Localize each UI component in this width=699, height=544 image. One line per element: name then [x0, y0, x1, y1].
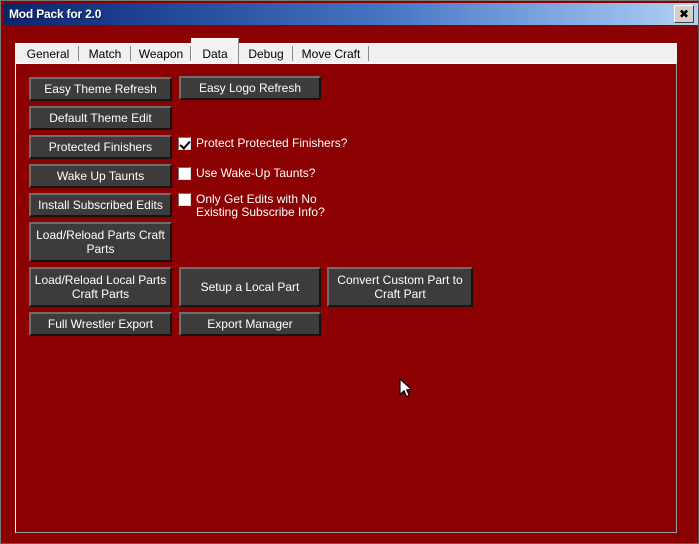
tab-control: General Match Weapon Data Debug Move Cra…: [15, 37, 677, 533]
form-body: General Match Weapon Data Debug Move Cra…: [3, 25, 698, 543]
use-wake-up-taunts-checkbox-row[interactable]: Use Wake-Up Taunts?: [178, 167, 315, 180]
only-get-edits-checkbox[interactable]: [178, 193, 191, 206]
full-wrestler-export-button[interactable]: Full Wrestler Export: [29, 312, 172, 336]
close-button[interactable]: ✖: [674, 5, 694, 23]
wake-up-taunts-button[interactable]: Wake Up Taunts: [29, 164, 172, 188]
protect-protected-finishers-checkbox-row[interactable]: Protect Protected Finishers?: [178, 137, 347, 150]
convert-custom-part-to-craft-part-button[interactable]: Convert Custom Part to Craft Part: [327, 267, 473, 307]
use-wake-up-taunts-label: Use Wake-Up Taunts?: [196, 166, 316, 180]
default-theme-edit-button[interactable]: Default Theme Edit: [29, 106, 172, 130]
tab-debug[interactable]: Debug: [239, 44, 293, 64]
use-wake-up-taunts-checkbox[interactable]: [178, 167, 191, 180]
tab-strip: General Match Weapon Data Debug Move Cra…: [15, 38, 677, 64]
tab-move-craft[interactable]: Move Craft: [293, 44, 369, 64]
protected-finishers-button[interactable]: Protected Finishers: [29, 135, 172, 159]
only-get-edits-checkbox-row[interactable]: Only Get Edits with No Existing Subscrib…: [178, 193, 325, 219]
tab-data[interactable]: Data: [191, 38, 239, 64]
tab-data-label: Data: [202, 47, 228, 61]
tab-debug-label: Debug: [248, 47, 284, 61]
load-reload-parts-craft-parts-button[interactable]: Load/Reload Parts Craft Parts: [29, 222, 172, 262]
tab-match-label: Match: [88, 47, 122, 61]
tab-page-data: Easy Theme Refresh Easy Logo Refresh Def…: [15, 63, 677, 533]
tab-match[interactable]: Match: [79, 44, 131, 64]
tab-separator: [368, 46, 369, 61]
protect-protected-finishers-checkbox[interactable]: [178, 137, 191, 150]
tab-general[interactable]: General: [17, 44, 79, 64]
window-title: Mod Pack for 2.0: [9, 7, 102, 21]
protect-protected-finishers-label: Protect Protected Finishers?: [196, 136, 348, 150]
tab-weapon[interactable]: Weapon: [131, 44, 191, 64]
tab-move-craft-label: Move Craft: [301, 47, 361, 61]
tab-weapon-label: Weapon: [138, 47, 184, 61]
close-icon: ✖: [678, 7, 690, 21]
setup-a-local-part-button[interactable]: Setup a Local Part: [179, 267, 321, 307]
install-subscribed-edits-button[interactable]: Install Subscribed Edits: [29, 193, 172, 217]
easy-logo-refresh-button[interactable]: Easy Logo Refresh: [179, 76, 321, 100]
title-bar: Mod Pack for 2.0 ✖: [3, 3, 698, 25]
only-get-edits-label: Only Get Edits with No Existing Subscrib…: [196, 192, 325, 219]
application-window: Mod Pack for 2.0 ✖ General Match Weapon …: [0, 0, 699, 544]
tab-general-label: General: [26, 47, 70, 61]
export-manager-button[interactable]: Export Manager: [179, 312, 321, 336]
easy-theme-refresh-button[interactable]: Easy Theme Refresh: [29, 77, 172, 101]
load-reload-local-parts-craft-parts-button[interactable]: Load/Reload Local Parts Craft Parts: [29, 267, 172, 307]
